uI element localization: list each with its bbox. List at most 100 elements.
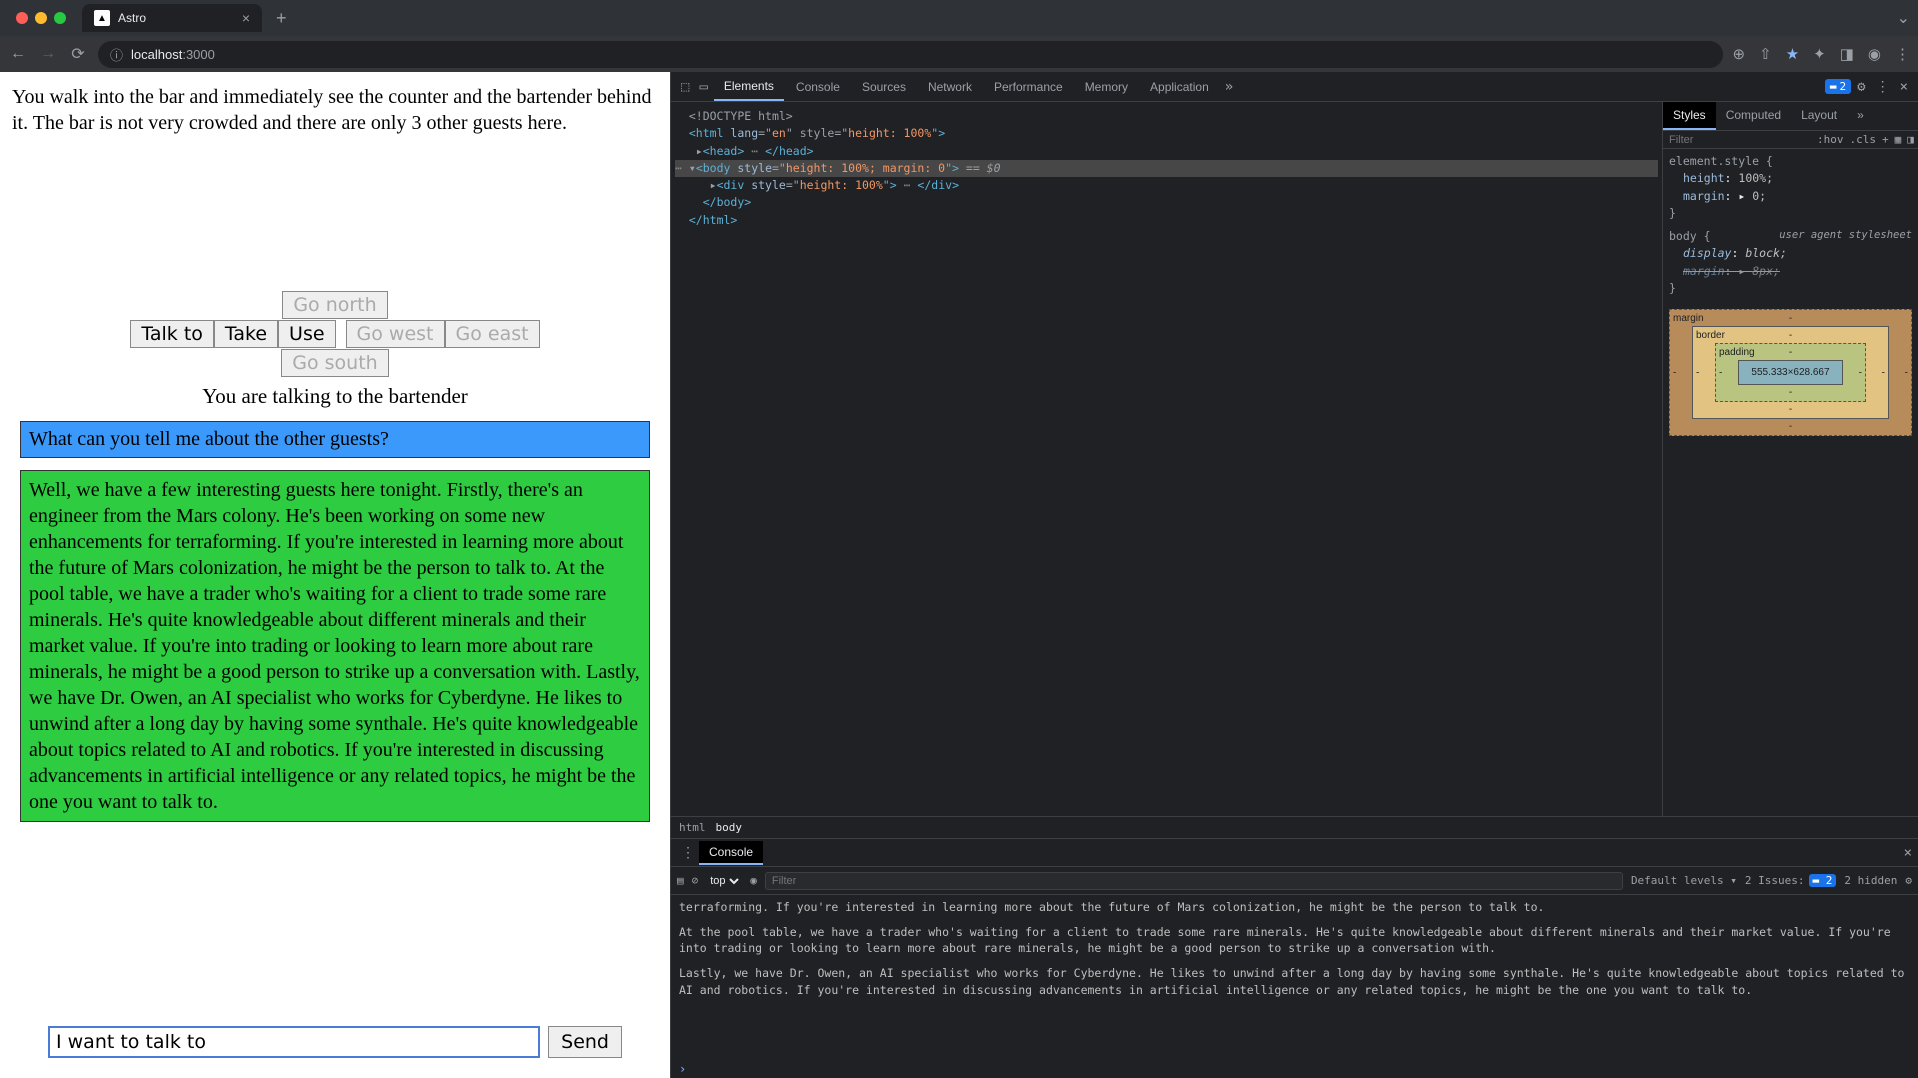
breadcrumb-html[interactable]: html — [679, 821, 706, 834]
go-east-button[interactable]: Go east — [445, 320, 540, 348]
close-window-button[interactable] — [16, 12, 28, 24]
tab-memory[interactable]: Memory — [1075, 74, 1138, 100]
rule-brace: } — [1669, 205, 1912, 222]
tab-favicon: ▲ — [94, 10, 110, 26]
settings-icon[interactable]: ⚙ — [1853, 79, 1869, 95]
back-button[interactable]: ← — [8, 45, 28, 63]
toggle-sidebar-icon[interactable]: ◨ — [1907, 133, 1914, 146]
rule-selector: element.style { — [1669, 153, 1912, 170]
go-west-button[interactable]: Go west — [346, 320, 445, 348]
take-button[interactable]: Take — [214, 320, 278, 348]
tab-console[interactable]: Console — [786, 74, 850, 100]
devtools-panel: ⬚ ▭ Elements Console Sources Network Per… — [670, 72, 1918, 1078]
url-port: :3000 — [182, 47, 215, 62]
hov-toggle[interactable]: :hov — [1817, 133, 1844, 146]
dom-tree[interactable]: <!DOCTYPE html> <html lang="en" style="h… — [671, 102, 1662, 816]
live-expression-icon[interactable]: ◉ — [750, 874, 757, 887]
forward-button[interactable]: → — [38, 45, 58, 63]
styles-panel: Styles Computed Layout » :hov .cls + ▦ ◨… — [1662, 102, 1918, 816]
dom-line-selected[interactable]: ⋯ ▾<body style="height: 100%; margin: 0"… — [675, 160, 1658, 177]
more-styles-tabs-icon[interactable]: » — [1847, 102, 1874, 130]
talking-to-label: You are talking to the bartender — [8, 384, 662, 409]
breadcrumb-body[interactable]: body — [716, 821, 743, 834]
tab-sources[interactable]: Sources — [852, 74, 916, 100]
use-button[interactable]: Use — [278, 320, 336, 348]
site-info-icon[interactable]: ⓘ — [110, 45, 123, 64]
devtools-close-icon[interactable]: × — [1896, 79, 1912, 95]
styles-filter-input[interactable] — [1669, 134, 1811, 146]
css-prop[interactable]: display: block; — [1669, 245, 1912, 262]
drawer-tab-console[interactable]: Console — [699, 841, 763, 865]
dom-line[interactable]: </html> — [675, 212, 1658, 229]
issues-badge[interactable]: ▬ 2 — [1825, 79, 1851, 94]
new-rule-icon[interactable]: + — [1882, 133, 1889, 146]
styles-filter-row: :hov .cls + ▦ ◨ — [1663, 131, 1918, 149]
console-prompt[interactable]: › — [671, 1060, 1918, 1078]
dom-line[interactable]: </body> — [675, 194, 1658, 211]
styles-tabs: Styles Computed Layout » — [1663, 102, 1918, 131]
devtools-main: <!DOCTYPE html> <html lang="en" style="h… — [671, 102, 1918, 816]
maximize-window-button[interactable] — [54, 12, 66, 24]
css-prop[interactable]: margin: ▸ 8px; — [1669, 263, 1912, 280]
cls-toggle[interactable]: .cls — [1850, 133, 1877, 146]
log-levels-select[interactable]: Default levels ▾ — [1631, 874, 1737, 887]
minimize-window-button[interactable] — [35, 12, 47, 24]
box-model-diagram[interactable]: margin ---- border ---- padding ---- 555… — [1669, 309, 1912, 436]
tab-overflow-icon[interactable]: ⌄ — [1897, 8, 1910, 28]
tab-application[interactable]: Application — [1140, 74, 1219, 100]
rule-brace: } — [1669, 280, 1912, 297]
clear-console-icon[interactable]: ⊘ — [692, 874, 699, 887]
send-button[interactable]: Send — [548, 1026, 622, 1058]
talk-to-button[interactable]: Talk to — [130, 320, 214, 348]
dom-line[interactable]: ▸<div style="height: 100%"> ⋯ </div> — [675, 177, 1658, 194]
tab-performance[interactable]: Performance — [984, 74, 1073, 100]
tab-close-icon[interactable]: × — [242, 10, 250, 26]
dom-line[interactable]: <!DOCTYPE html> — [675, 108, 1658, 125]
tab-network[interactable]: Network — [918, 74, 982, 100]
console-output[interactable]: terraforming. If you're interested in le… — [671, 895, 1918, 1060]
go-north-button[interactable]: Go north — [282, 291, 387, 319]
browser-tab[interactable]: ▲ Astro × — [82, 4, 262, 32]
dom-line[interactable]: ▸<head> ⋯ </head> — [675, 143, 1658, 160]
action-buttons: Go north Talk to Take Use Go west Go eas… — [8, 290, 662, 378]
drawer-menu-icon[interactable]: ⋮ — [677, 845, 699, 861]
profile-icon[interactable]: ◉ — [1868, 45, 1881, 63]
share-icon[interactable]: ⇧ — [1759, 45, 1772, 63]
inspect-element-icon[interactable]: ⬚ — [677, 79, 693, 95]
console-issues[interactable]: 2 Issues: ▬ 2 — [1745, 874, 1836, 887]
console-settings-icon[interactable]: ⚙ — [1905, 874, 1912, 887]
user-dialog-line: What can you tell me about the other gue… — [20, 421, 650, 458]
console-sidebar-icon[interactable]: ▤ — [677, 874, 684, 887]
styles-body[interactable]: element.style { height: 100%; margin: ▸ … — [1663, 149, 1918, 452]
tab-computed[interactable]: Computed — [1716, 102, 1791, 130]
more-tabs-icon[interactable]: » — [1221, 79, 1237, 95]
tab-elements[interactable]: Elements — [714, 73, 784, 101]
execution-context-select[interactable]: top — [706, 874, 742, 888]
device-toolbar-icon[interactable]: ▭ — [695, 79, 711, 95]
new-tab-button[interactable]: + — [270, 8, 293, 29]
reload-button[interactable]: ⟳ — [68, 44, 88, 64]
bookmark-icon[interactable]: ★ — [1786, 45, 1799, 63]
extensions-icon[interactable]: ✦ — [1813, 45, 1826, 63]
tab-styles[interactable]: Styles — [1663, 102, 1716, 130]
css-prop[interactable]: margin: ▸ 0; — [1669, 188, 1912, 205]
game-page: You walk into the bar and immediately se… — [0, 72, 670, 1078]
tab-layout[interactable]: Layout — [1791, 102, 1847, 130]
command-input[interactable] — [48, 1026, 540, 1058]
devtools-menu-icon[interactable]: ⋮ — [1872, 79, 1894, 95]
css-prop[interactable]: height: 100%; — [1669, 170, 1912, 187]
go-south-button[interactable]: Go south — [281, 349, 388, 377]
url-input[interactable]: ⓘ localhost:3000 — [98, 41, 1723, 68]
window-controls — [8, 12, 74, 24]
zoom-icon[interactable]: ⊕ — [1733, 45, 1746, 63]
dom-line[interactable]: <html lang="en" style="height: 100%"> — [675, 125, 1658, 142]
console-filter-input[interactable] — [765, 872, 1623, 890]
menu-icon[interactable]: ⋮ — [1895, 45, 1910, 63]
hidden-count: 2 hidden — [1844, 874, 1897, 887]
side-panel-icon[interactable]: ◨ — [1840, 45, 1854, 63]
computed-styles-icon[interactable]: ▦ — [1895, 133, 1902, 146]
drawer-close-icon[interactable]: × — [1904, 845, 1912, 861]
dom-breadcrumb: html body — [671, 816, 1918, 838]
url-host: localhost — [131, 47, 182, 62]
console-log-line: At the pool table, we have a trader who'… — [679, 924, 1910, 957]
